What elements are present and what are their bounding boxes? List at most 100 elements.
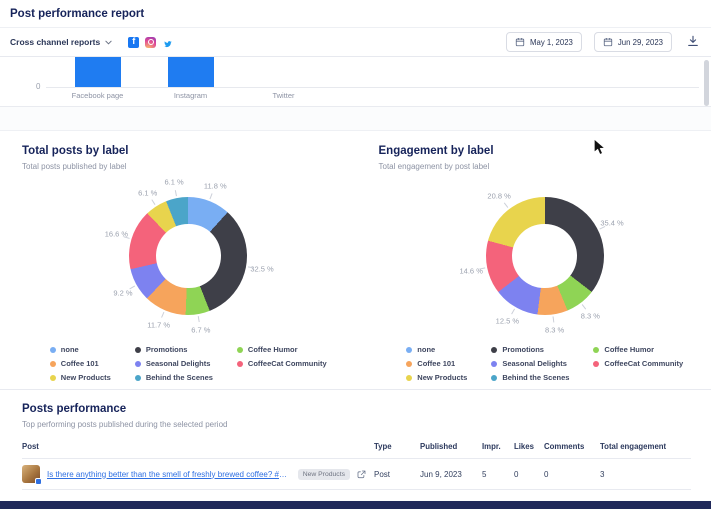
legend-label: CoffeeCat Community (248, 359, 327, 368)
bar-category-label: Facebook page (51, 91, 144, 100)
legend-item[interactable]: Coffee Humor (593, 345, 683, 354)
slice-percentage-label: 12.5 % (496, 317, 519, 326)
slice-percentage-label: 20.8 % (487, 192, 510, 201)
column-header-type: Type (374, 442, 420, 451)
legend-item[interactable]: CoffeeCat Community (237, 359, 327, 368)
legend-dot (491, 347, 497, 353)
post-performance-report-screen: Post performance report Cross channel re… (0, 0, 711, 509)
column-header-post: Post (22, 442, 374, 451)
post-cell: Is there anything better than the smell … (22, 465, 374, 483)
download-icon (687, 35, 699, 47)
slice-percentage-label: 6.7 % (191, 325, 210, 334)
report-type-label: Cross channel reports (10, 37, 100, 47)
vertical-scrollbar-thumb[interactable] (704, 60, 709, 106)
instagram-icon[interactable] (145, 37, 156, 48)
legend-dot (237, 361, 243, 367)
report-type-dropdown[interactable]: Cross channel reports (10, 37, 112, 47)
slice-tick (152, 199, 156, 205)
slice-percentage-label: 8.3 % (545, 326, 564, 335)
post-impressions-cell: 5 (482, 470, 514, 479)
legend-dot (406, 361, 412, 367)
legend-dot (135, 347, 141, 353)
legend-item[interactable]: Seasonal Delights (135, 359, 213, 368)
legend-item[interactable]: Promotions (491, 345, 569, 354)
slice-percentage-label: 9.2 % (113, 288, 132, 297)
posts-by-channel-bar-chart: 0 Facebook pageInstagramTwitter (0, 57, 711, 107)
posts-performance-section: Posts performance Top performing posts p… (0, 389, 711, 501)
legend-item[interactable]: Coffee 101 (406, 359, 467, 368)
post-published-cell: Jun 9, 2023 (420, 470, 482, 479)
legend-label: Promotions (146, 345, 188, 354)
slice-tick (161, 312, 164, 318)
label-charts-row: Total posts by label Total posts publish… (0, 131, 711, 389)
legend-item[interactable]: CoffeeCat Community (593, 359, 683, 368)
legend-item[interactable]: Promotions (135, 345, 213, 354)
post-likes-cell: 0 (514, 470, 544, 479)
legend-dot (50, 347, 56, 353)
legend-dot (491, 361, 497, 367)
external-link-icon (357, 470, 366, 479)
legend-label: none (417, 345, 435, 354)
download-report-button[interactable] (685, 33, 701, 52)
open-post-button[interactable] (357, 470, 366, 479)
section-divider-band (0, 107, 711, 131)
legend-item[interactable]: none (50, 345, 111, 354)
slice-tick (511, 309, 515, 315)
donut-chart: 11.8 %32.5 %6.7 %11.7 %9.2 %16.6 %6.1 %6… (73, 173, 303, 339)
posts-table: Post Type Published Impr. Likes Comments… (22, 442, 691, 490)
date-to-picker[interactable]: Jun 29, 2023 (594, 32, 672, 52)
slice-percentage-label: 32.5 % (250, 265, 273, 274)
legend-label: Behind the Scenes (146, 373, 213, 382)
report-toolbar: Cross channel reports May 1, 2023 Jun 29… (0, 28, 711, 57)
post-avatar (22, 465, 40, 483)
legend-item[interactable]: New Products (406, 373, 467, 382)
legend-dot (406, 347, 412, 353)
total-posts-by-label-card: Total posts by label Total posts publish… (0, 131, 355, 389)
date-from-picker[interactable]: May 1, 2023 (506, 32, 582, 52)
twitter-icon[interactable] (162, 37, 173, 48)
legend-item[interactable]: Coffee 101 (50, 359, 111, 368)
slice-tick (504, 203, 508, 208)
legend-label: Seasonal Delights (502, 359, 567, 368)
legend-item[interactable]: Seasonal Delights (491, 359, 569, 368)
legend-label: CoffeeCat Community (604, 359, 683, 368)
legend-label: Seasonal Delights (146, 359, 211, 368)
legend-item[interactable]: Behind the Scenes (135, 373, 213, 382)
post-type-cell: Post (374, 470, 420, 479)
bar-category-label: Twitter (237, 91, 330, 100)
donut-chart: 35.4 %8.3 %8.3 %12.5 %14.6 %20.8 % (430, 173, 660, 339)
legend-dot (491, 375, 497, 381)
legend-item[interactable]: Coffee Humor (237, 345, 327, 354)
slice-percentage-label: 6.1 % (138, 188, 157, 197)
table-header-row: Post Type Published Impr. Likes Comments… (22, 442, 691, 459)
column-header-published: Published (420, 442, 482, 451)
column-header-impressions: Impr. (482, 442, 514, 451)
post-link[interactable]: Is there anything better than the smell … (47, 470, 291, 479)
chart-legend: none Coffee 101 New Products Promotions Seas… (379, 345, 711, 382)
channel-icons (128, 37, 173, 48)
legend-item[interactable]: Behind the Scenes (491, 373, 569, 382)
legend-dot (593, 361, 599, 367)
section-subtitle: Top performing posts published during th… (22, 420, 691, 429)
card-title: Engagement by label (379, 145, 711, 157)
facebook-icon[interactable] (128, 37, 139, 48)
engagement-by-label-card: Engagement by label Total engagement by … (355, 131, 711, 389)
slice-tick (552, 316, 554, 322)
legend-item[interactable]: New Products (50, 373, 111, 382)
legend-label: Coffee Humor (248, 345, 298, 354)
card-subtitle: Total posts published by label (22, 162, 355, 171)
slice-tick (210, 193, 213, 199)
title-bar: Post performance report (0, 0, 711, 28)
bar-category-slot: Instagram (144, 57, 237, 107)
legend-item[interactable]: none (406, 345, 467, 354)
column-header-total-engagement: Total engagement (600, 442, 691, 451)
donut-ring (129, 197, 247, 315)
bar (168, 57, 214, 87)
chevron-down-icon (105, 40, 112, 45)
calendar-icon (603, 37, 613, 47)
bottom-navy-bar (0, 501, 711, 509)
legend-label: Behind the Scenes (502, 373, 569, 382)
chart-legend: none Coffee 101 New Products Promotions Seas… (22, 345, 355, 382)
calendar-icon (515, 37, 525, 47)
bar (75, 57, 121, 87)
